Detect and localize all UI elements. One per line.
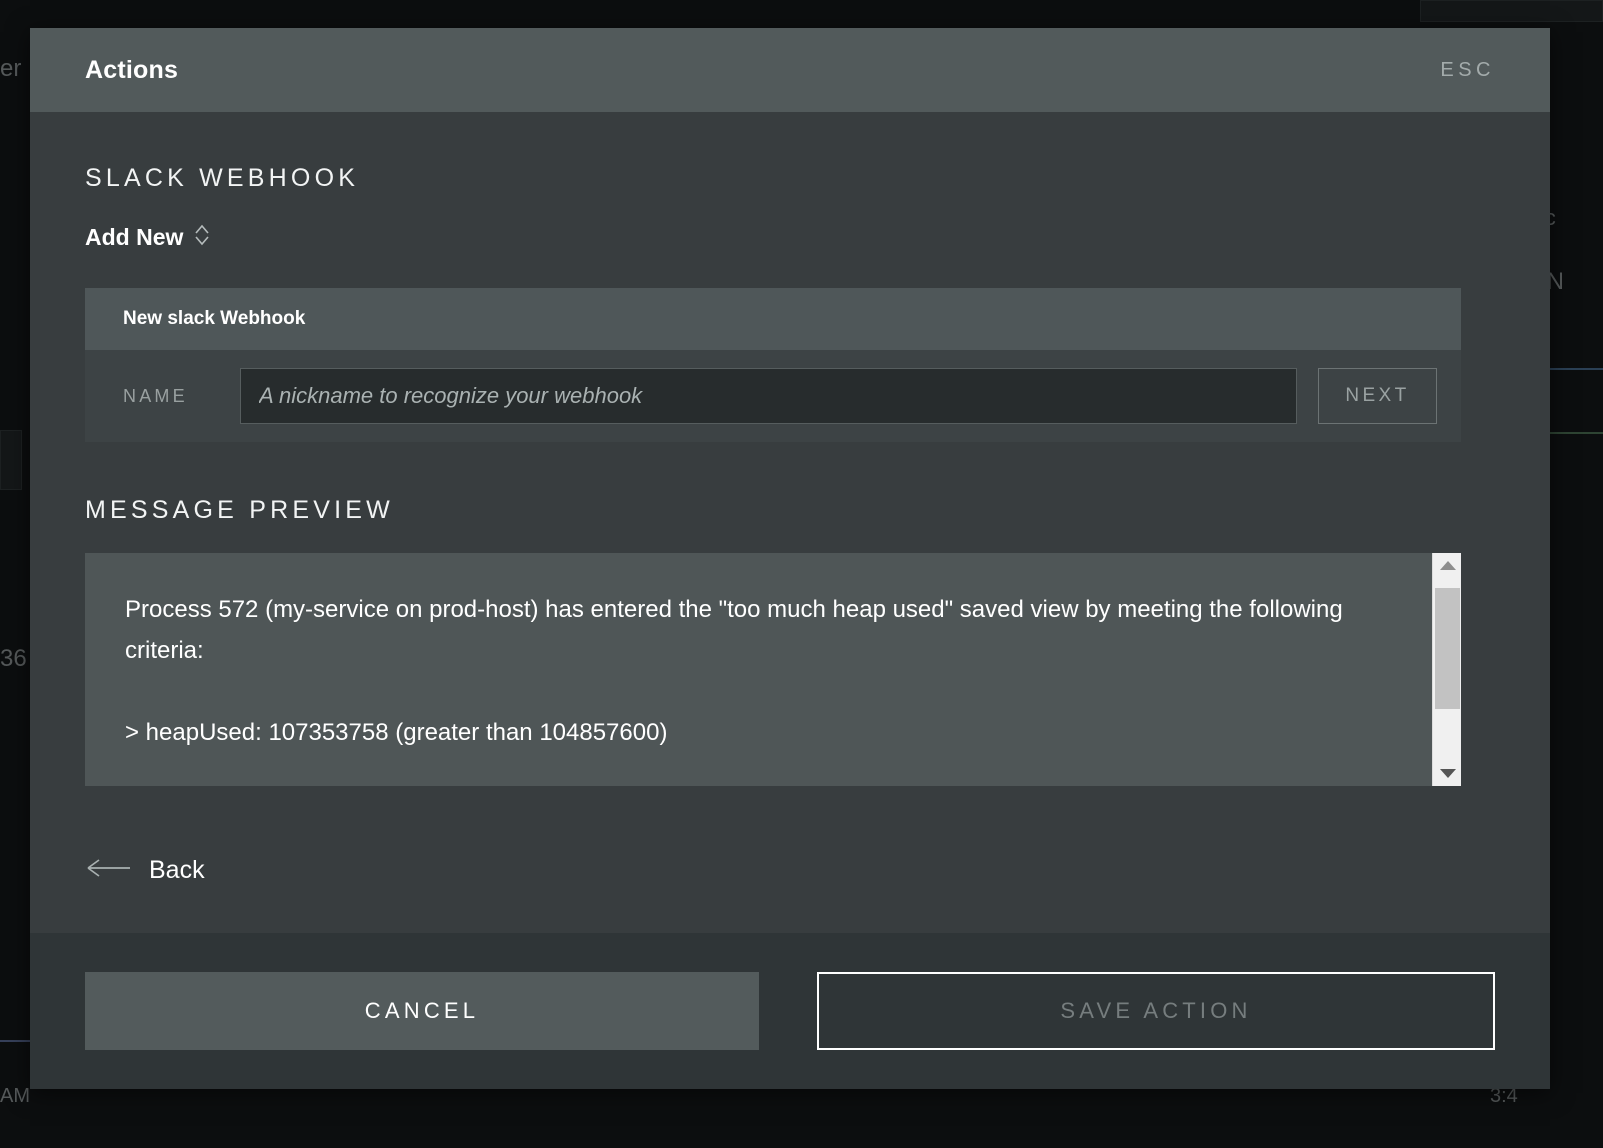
back-label: Back <box>149 856 205 884</box>
triangle-up-icon <box>1439 561 1456 570</box>
modal-title: Actions <box>85 55 179 84</box>
slack-webhook-section-title: SLACK WEBHOOK <box>85 164 360 192</box>
background-text-fragment: er <box>0 55 22 82</box>
webhook-card-header: New slack Webhook <box>85 288 1461 350</box>
next-button[interactable]: NEXT <box>1318 368 1437 424</box>
webhook-card-title: New slack Webhook <box>123 308 306 329</box>
webhook-card-body: NAME NEXT <box>85 350 1461 442</box>
actions-modal: Actions ESC SLACK WEBHOOK Add New New sl… <box>30 28 1550 1089</box>
save-action-button[interactable]: SAVE ACTION <box>817 972 1495 1050</box>
cancel-button[interactable]: CANCEL <box>85 972 759 1050</box>
modal-body: SLACK WEBHOOK Add New New slack Webhook … <box>30 112 1550 933</box>
preview-scrollbar[interactable] <box>1432 553 1461 786</box>
esc-close-button[interactable]: ESC <box>1440 59 1495 82</box>
background-panel <box>0 430 22 490</box>
preview-line: > heapUsed: 107353758 (greater than 1048… <box>125 719 668 746</box>
background-panel <box>1420 0 1603 22</box>
up-down-chevron-icon <box>193 221 211 254</box>
arrow-left-icon <box>85 857 131 884</box>
modal-footer: CANCEL SAVE ACTION <box>30 933 1550 1089</box>
background-text-fragment: 36 <box>0 645 27 672</box>
name-field-label: NAME <box>123 385 188 406</box>
background-accent-line <box>1550 432 1603 434</box>
message-preview-content: Process 572 (my-service on prod-host) ha… <box>85 553 1432 786</box>
new-webhook-card: New slack Webhook NAME NEXT <box>85 288 1461 442</box>
scrollbar-down-button[interactable] <box>1433 761 1461 786</box>
back-button[interactable]: Back <box>85 856 205 885</box>
triangle-down-icon <box>1439 769 1456 778</box>
scrollbar-thumb[interactable] <box>1435 588 1460 709</box>
add-new-selector[interactable]: Add New <box>85 221 211 254</box>
scrollbar-up-button[interactable] <box>1433 553 1461 578</box>
background-accent-line <box>0 1040 30 1042</box>
message-preview-section-title: MESSAGE PREVIEW <box>85 496 394 524</box>
preview-line: Process 572 (my-service on prod-host) ha… <box>125 596 1343 664</box>
add-new-label: Add New <box>85 224 184 250</box>
message-preview-box: Process 572 (my-service on prod-host) ha… <box>85 553 1461 786</box>
background-accent-line <box>1550 368 1603 370</box>
webhook-name-input[interactable] <box>240 368 1297 424</box>
modal-header: Actions ESC <box>30 28 1550 112</box>
background-text-fragment: AM <box>0 1085 30 1107</box>
